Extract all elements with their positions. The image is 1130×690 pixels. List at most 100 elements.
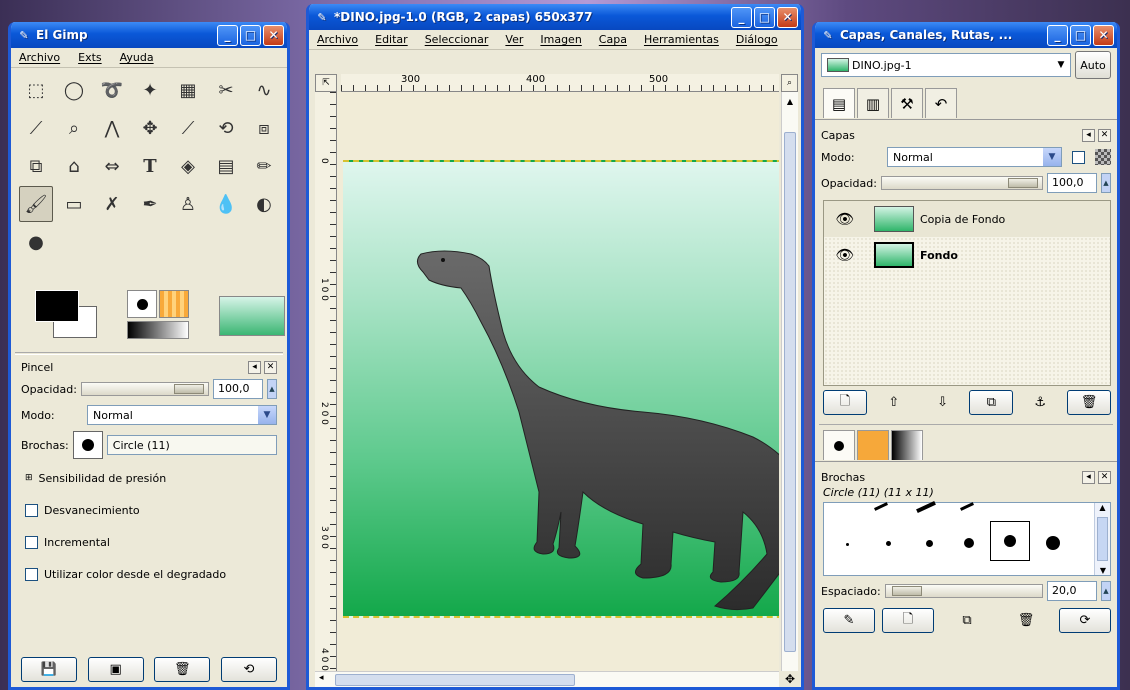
- lower-layer-icon[interactable]: ⇩: [921, 390, 965, 415]
- close-button[interactable]: ✕: [777, 6, 798, 28]
- gradient-color-checkbox[interactable]: [25, 567, 38, 581]
- lasso-icon[interactable]: ➰: [95, 72, 129, 108]
- layer-list[interactable]: 👁 Copia de Fondo 👁 Fondo: [823, 200, 1111, 386]
- fg-bg-colors[interactable]: [33, 288, 99, 340]
- canvas-area[interactable]: [337, 92, 779, 671]
- layer-opacity-slider[interactable]: [880, 176, 1043, 190]
- minimize-button[interactable]: _: [1047, 24, 1068, 46]
- menu-herramientas[interactable]: Herramientas: [644, 33, 719, 46]
- eraser-icon[interactable]: ▭: [57, 186, 91, 222]
- quick-mask-arrow-icon[interactable]: ⇱: [315, 74, 337, 92]
- brush-indicator[interactable]: [127, 290, 157, 318]
- panel-menu-button[interactable]: ◂: [1082, 128, 1095, 142]
- anchor-layer-icon[interactable]: ⚓: [1018, 390, 1062, 415]
- zoom-icon[interactable]: ⌕: [57, 110, 91, 146]
- color-select-icon[interactable]: ▦: [171, 72, 205, 108]
- dodge-burn-icon[interactable]: ◐: [247, 186, 281, 222]
- brush-grid[interactable]: ▲ ▼: [823, 500, 1111, 576]
- image-canvas[interactable]: [343, 160, 779, 618]
- eye-icon[interactable]: 👁: [834, 210, 856, 228]
- duplicate-brush-icon[interactable]: ⧉: [941, 608, 993, 633]
- fade-checkbox[interactable]: [25, 503, 38, 517]
- menu-dialogos[interactable]: Diálogo: [736, 33, 778, 46]
- save-options-icon[interactable]: 💾: [21, 657, 77, 682]
- panel-close-button[interactable]: ✕: [1098, 470, 1111, 484]
- chevron-down-icon[interactable]: ▼: [1052, 54, 1070, 76]
- layers-tab-icon[interactable]: ▤: [823, 88, 855, 118]
- delete-layer-icon[interactable]: 🗑: [1066, 390, 1111, 415]
- brush-scroll-thumb[interactable]: [1097, 517, 1108, 561]
- maximize-button[interactable]: □: [754, 6, 775, 28]
- active-image-thumbnail[interactable]: [219, 296, 285, 336]
- paths-tab-icon[interactable]: ⚒: [891, 88, 923, 118]
- image-select[interactable]: DINO.jpg-1 ▼: [821, 53, 1071, 77]
- gradient-color-option[interactable]: Utilizar color desde el degradado: [15, 558, 283, 590]
- foreground-color-swatch[interactable]: [35, 290, 79, 322]
- scroll-up-icon[interactable]: ▲: [783, 94, 797, 108]
- opacity-slider[interactable]: [80, 382, 209, 396]
- edit-brush-icon[interactable]: ✎: [823, 608, 875, 633]
- opacity-spinner[interactable]: 100,0: [213, 379, 263, 399]
- menu-imagen[interactable]: Imagen: [540, 33, 581, 46]
- auto-button[interactable]: Auto: [1075, 51, 1111, 79]
- flip-icon[interactable]: ⧉: [19, 148, 53, 184]
- pattern-indicator[interactable]: [159, 290, 189, 318]
- chevron-down-icon[interactable]: ▼: [1043, 148, 1061, 166]
- maximize-button[interactable]: □: [1070, 24, 1091, 46]
- scroll-up-icon[interactable]: ▲: [1095, 503, 1110, 512]
- patterns-tab-icon[interactable]: [857, 430, 889, 460]
- close-button[interactable]: ✕: [1093, 24, 1114, 46]
- new-brush-icon[interactable]: 🗋: [882, 608, 934, 633]
- delete-options-icon[interactable]: 🗑: [154, 657, 211, 682]
- rect-select-icon[interactable]: ⬚: [19, 72, 53, 108]
- navigate-icon[interactable]: ◂: [319, 673, 324, 683]
- maximize-button[interactable]: □: [240, 24, 261, 46]
- incremental-checkbox[interactable]: [25, 535, 38, 549]
- color-picker-icon[interactable]: ⟋: [19, 110, 53, 146]
- eye-icon[interactable]: 👁: [834, 246, 856, 264]
- scissors-icon[interactable]: ✂: [209, 72, 243, 108]
- pencil-icon[interactable]: ✏: [247, 148, 281, 184]
- layer-opacity-spinner[interactable]: 100,0: [1047, 173, 1097, 193]
- panel-menu-button[interactable]: ◂: [1082, 470, 1095, 484]
- paintbrush-icon[interactable]: 🖌: [19, 186, 53, 222]
- smudge-icon[interactable]: 💧: [209, 186, 243, 222]
- horizontal-scrollbar[interactable]: ◂: [315, 671, 779, 687]
- zoom-toggle-icon[interactable]: ⌕: [781, 74, 798, 92]
- horizontal-scroll-thumb[interactable]: [335, 674, 575, 686]
- undo-tab-icon[interactable]: ↶: [925, 88, 957, 118]
- raise-layer-icon[interactable]: ⇧: [872, 390, 916, 415]
- ink-icon[interactable]: ✒: [133, 186, 167, 222]
- mode-select[interactable]: Normal ▼: [87, 405, 277, 425]
- selected-brush[interactable]: [990, 521, 1030, 561]
- clone-icon[interactable]: ♙: [171, 186, 205, 222]
- airbrush-icon[interactable]: ✗: [95, 186, 129, 222]
- gradient-indicator[interactable]: [127, 321, 189, 339]
- menu-seleccionar[interactable]: Seleccionar: [425, 33, 489, 46]
- spacing-slider[interactable]: [884, 584, 1043, 598]
- menu-ver[interactable]: Ver: [505, 33, 523, 46]
- menu-exts[interactable]: Exts: [78, 51, 102, 64]
- perspective-icon[interactable]: ⧈: [247, 110, 281, 146]
- layer-row-fondo[interactable]: 👁 Fondo: [824, 237, 1110, 273]
- ellipse-select-icon[interactable]: ◯: [57, 72, 91, 108]
- minimize-button[interactable]: _: [217, 24, 238, 46]
- brush-name-field[interactable]: Circle (11): [106, 435, 277, 455]
- layer-mode-select[interactable]: Normal ▼: [887, 147, 1062, 167]
- menu-ayuda[interactable]: Ayuda: [120, 51, 154, 64]
- convolve-icon[interactable]: ●: [19, 224, 53, 260]
- incremental-option[interactable]: Incremental: [15, 526, 283, 558]
- pressure-expander[interactable]: ⊞ Sensibilidad de presión: [15, 462, 283, 494]
- restore-options-icon[interactable]: ▣: [87, 657, 144, 682]
- new-layer-icon[interactable]: 🗋: [823, 390, 867, 415]
- gradients-tab-icon[interactable]: [891, 430, 923, 460]
- keep-transparency-checkbox[interactable]: [1072, 150, 1085, 164]
- rotate-icon[interactable]: ⟲: [209, 110, 243, 146]
- layers-titlebar[interactable]: ✎ Capas, Canales, Rutas, ... _ □ ✕: [815, 22, 1117, 48]
- layer-opacity-spinner-arrows[interactable]: ▲: [1101, 173, 1111, 193]
- scroll-down-icon[interactable]: ▼: [1095, 566, 1111, 575]
- delete-brush-icon[interactable]: 🗑: [1000, 608, 1052, 633]
- layer-row-copia-de-fondo[interactable]: 👁 Copia de Fondo: [824, 201, 1110, 237]
- scale-icon[interactable]: ⇔: [95, 148, 129, 184]
- menu-editar[interactable]: Editar: [375, 33, 408, 46]
